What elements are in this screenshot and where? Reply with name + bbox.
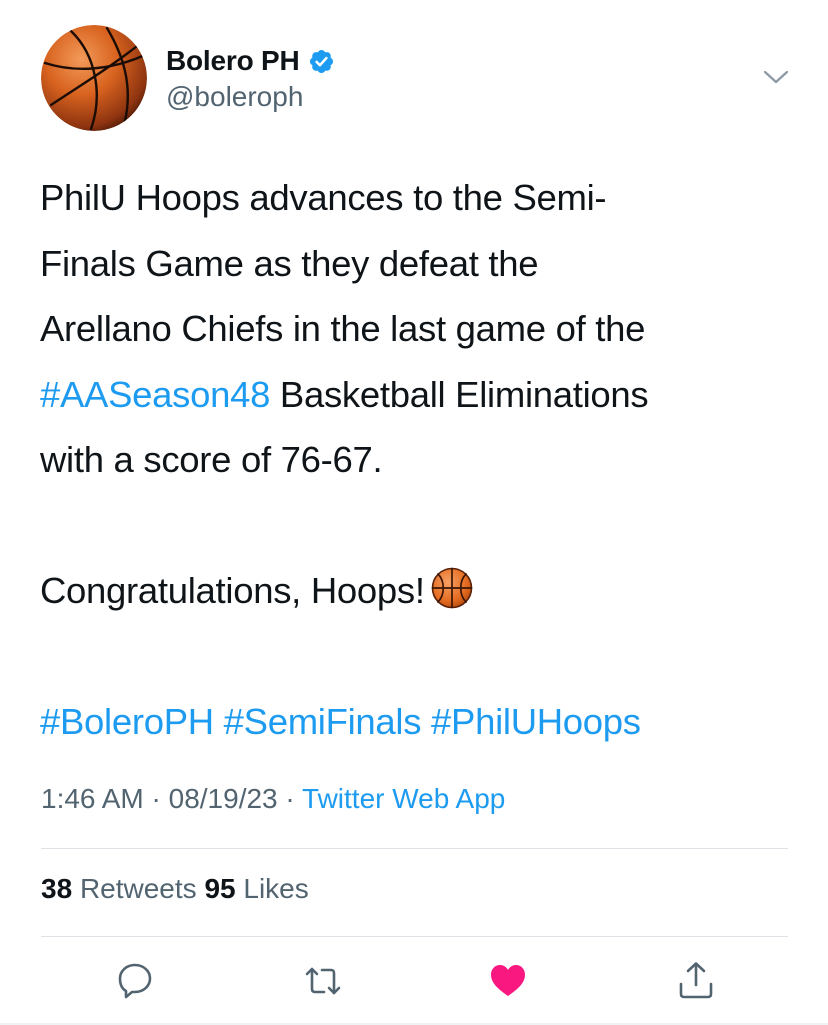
display-name[interactable]: Bolero PH: [166, 45, 300, 77]
congrats-line: Congratulations, Hoops!: [40, 558, 800, 624]
tweet-text: PhilU Hoops advances to the Semi- Finals…: [40, 165, 800, 755]
divider: [41, 936, 788, 937]
retweets-stat[interactable]: 38 Retweets: [41, 873, 197, 904]
likes-stat[interactable]: 95 Likes: [204, 873, 308, 904]
tweet-date[interactable]: 08/19/23: [169, 783, 278, 814]
hashtag-link[interactable]: #PhilUHoops: [431, 701, 641, 742]
user-name-row[interactable]: Bolero PH: [166, 43, 335, 79]
chevron-down-icon[interactable]: [762, 66, 790, 88]
tweet-stats: 38 Retweets 95 Likes: [41, 873, 309, 905]
action-bar: [0, 960, 828, 1002]
hashtag-link[interactable]: #AASeason48: [40, 374, 270, 415]
divider: [41, 848, 788, 849]
tweet-line: PhilU Hoops advances to the Semi-: [40, 177, 607, 218]
tweet-line: Arellano Chiefs in the last game of the: [40, 308, 646, 349]
tweet-line-rest: Basketball Eliminations: [270, 373, 649, 415]
reply-icon[interactable]: [115, 960, 155, 1000]
tweet-source-link[interactable]: Twitter Web App: [302, 783, 505, 814]
hashtags-line: #BoleroPH #SemiFinals #PhilUHoops: [40, 689, 800, 755]
congrats-text: Congratulations, Hoops!: [40, 570, 425, 611]
share-icon[interactable]: [676, 960, 716, 1000]
tweet-line: Finals Game as they defeat the: [40, 242, 539, 284]
retweets-count: 38: [41, 873, 73, 904]
tweet-line: with a score of 76-67.: [40, 439, 383, 480]
meta-separator: ·: [277, 783, 303, 814]
avatar[interactable]: [41, 25, 147, 131]
likes-label: Likes: [243, 873, 309, 904]
hashtag-link[interactable]: #BoleroPH: [40, 701, 214, 742]
retweet-icon[interactable]: [303, 961, 343, 1001]
verified-badge-icon: [309, 49, 333, 73]
tweet-time[interactable]: 1:46 AM: [41, 783, 144, 814]
heart-icon[interactable]: [488, 961, 528, 1001]
basketball-emoji-icon: [431, 567, 473, 609]
basketball-icon: [41, 25, 147, 131]
hashtag-link[interactable]: #SemiFinals: [224, 701, 422, 742]
meta-separator: ·: [143, 783, 169, 814]
likes-count: 95: [204, 873, 236, 904]
user-handle[interactable]: @boleroph: [166, 81, 303, 113]
tweet-meta: 1:46 AM · 08/19/23 · Twitter Web App: [41, 783, 505, 815]
retweets-label: Retweets: [79, 873, 197, 904]
tweet-line: #AASeason48 Basketball Eliminations: [40, 362, 800, 428]
